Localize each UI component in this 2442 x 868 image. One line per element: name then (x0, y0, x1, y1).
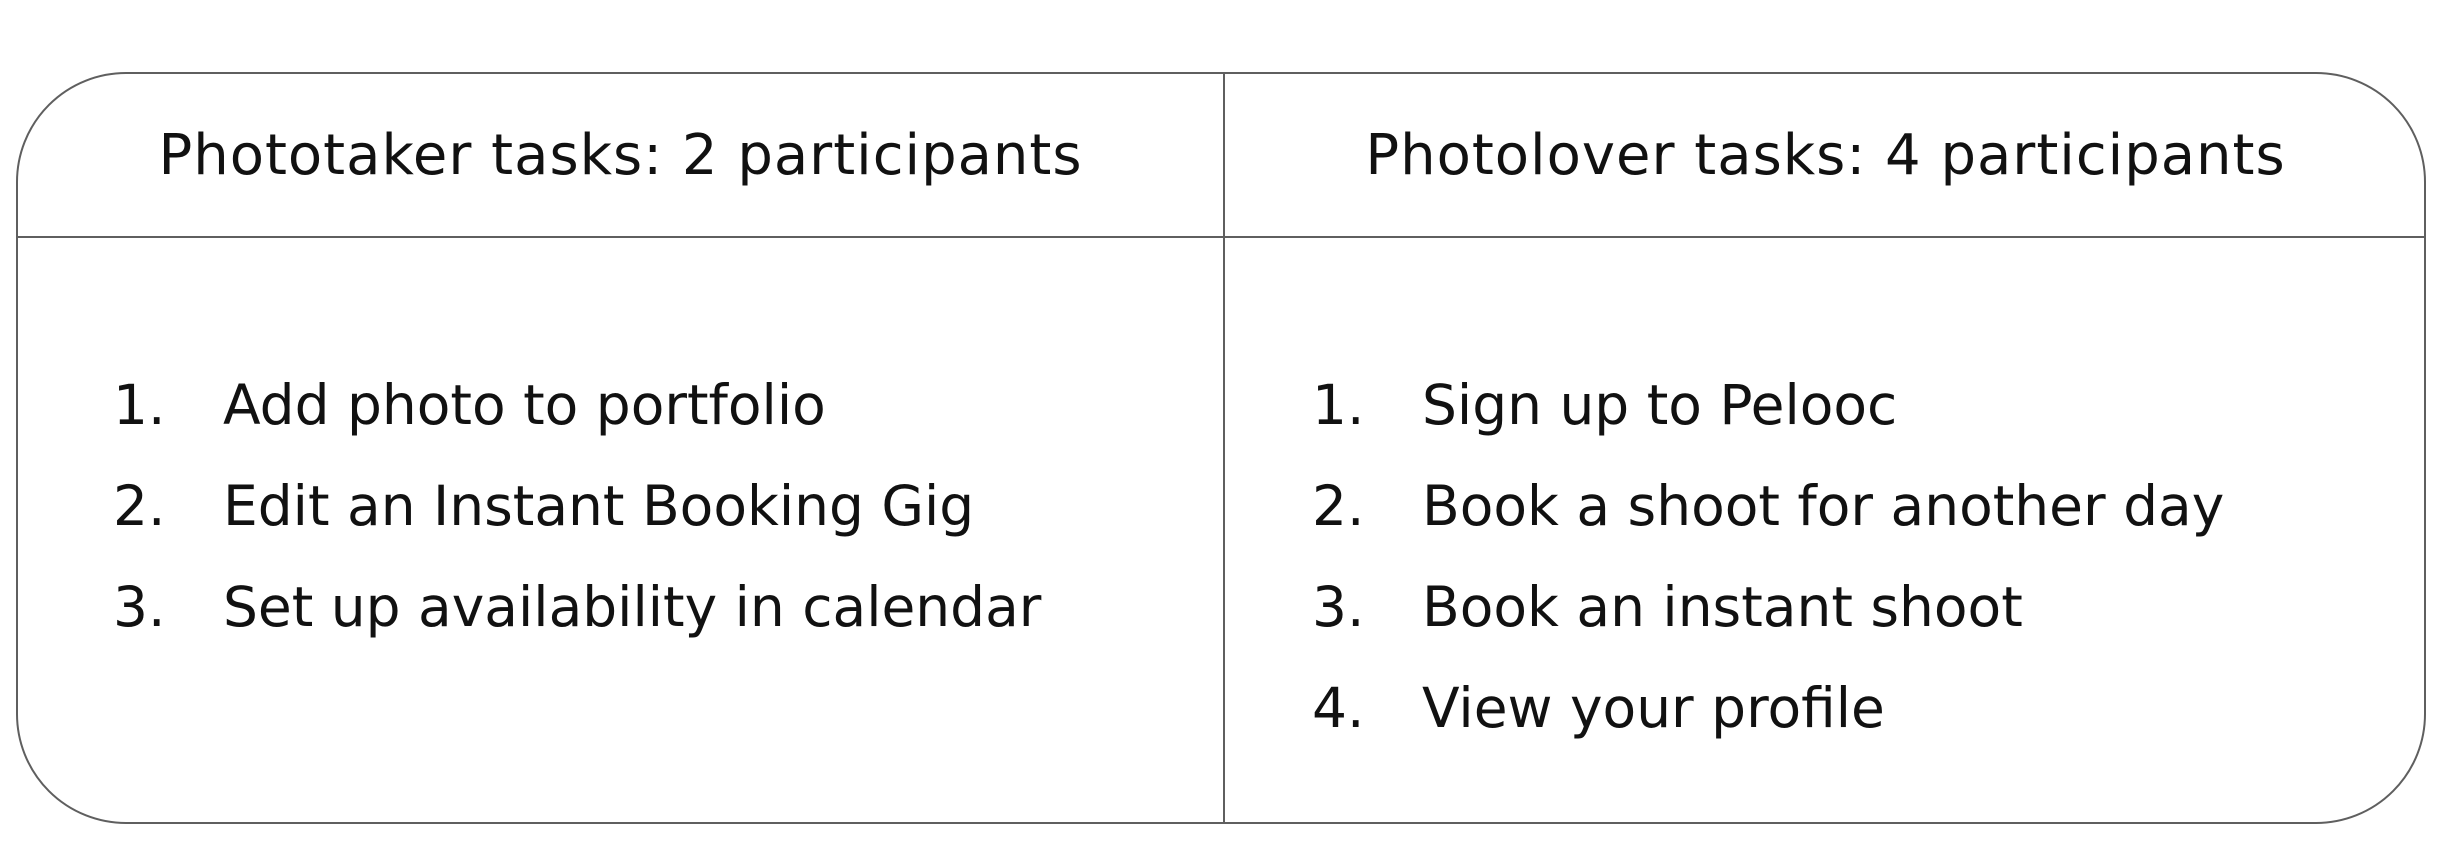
list-item-number: 2. (113, 473, 166, 538)
list-item-text: Book a shoot for another day (1422, 473, 2225, 538)
list-item-number: 1. (1312, 372, 1365, 437)
list-item: 2. Edit an Instant Booking Gig (113, 455, 1041, 556)
photolover-task-list: 1. Sign up to Pelooc 2. Book a shoot for… (1312, 354, 2224, 758)
list-item: 2. Book a shoot for another day (1312, 455, 2224, 556)
list-item-text: Edit an Instant Booking Gig (223, 473, 975, 538)
list-item-number: 3. (1312, 574, 1365, 639)
list-item-text: Book an instant shoot (1422, 574, 2023, 639)
list-item-text: Sign up to Pelooc (1422, 372, 1898, 437)
list-item: 1. Sign up to Pelooc (1312, 354, 2224, 455)
list-item: 4. View your profile (1312, 657, 2224, 758)
list-item-number: 1. (113, 372, 166, 437)
list-item-number: 4. (1312, 675, 1365, 740)
list-item-number: 2. (1312, 473, 1365, 538)
list-item-text: Add photo to portfolio (223, 372, 826, 437)
list-item: 3. Book an instant shoot (1312, 556, 2224, 657)
header-photolover-tasks: Photolover tasks: 4 participants (1365, 122, 2286, 188)
list-item: 1. Add photo to portfolio (113, 354, 1041, 455)
list-item-number: 3. (113, 574, 166, 639)
header-divider (18, 236, 2424, 238)
list-item: 3. Set up availability in calendar (113, 556, 1041, 657)
list-item-text: Set up availability in calendar (223, 574, 1042, 639)
list-item-text: View your profile (1422, 675, 1885, 740)
phototaker-task-list: 1. Add photo to portfolio 2. Edit an Ins… (113, 354, 1041, 657)
task-table: Phototaker tasks: 2 participants Photolo… (16, 72, 2426, 824)
header-phototaker-tasks: Phototaker tasks: 2 participants (158, 122, 1083, 188)
